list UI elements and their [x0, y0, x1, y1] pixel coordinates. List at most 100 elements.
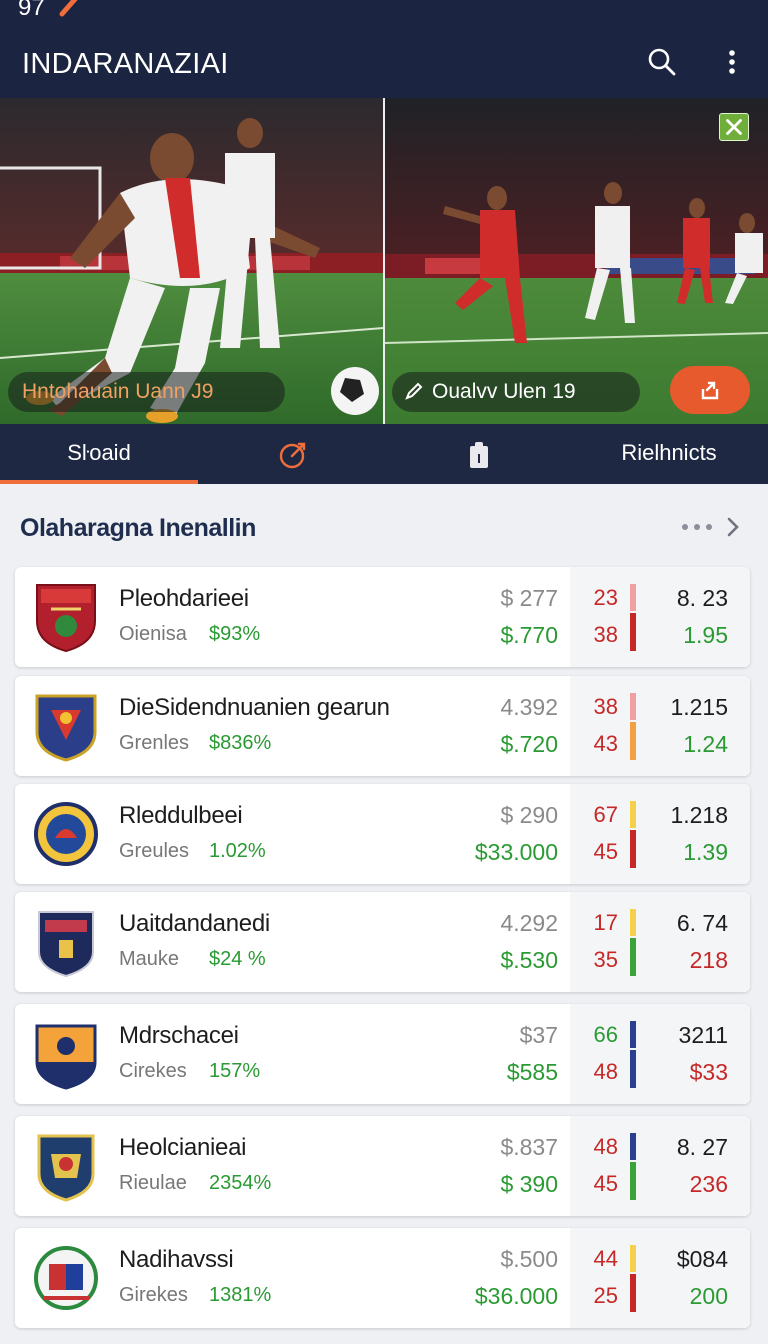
tab-bar: Sŀoaid Rielhnicts [0, 424, 768, 484]
team-crest-icon [33, 1018, 99, 1090]
team-change: 2354% [209, 1172, 272, 1194]
stat-top: 17 [593, 910, 618, 935]
stat-bottom: 45 [593, 1171, 618, 1196]
team-crest-icon [33, 1130, 99, 1202]
team-card[interactable]: Nadihavssi Girekes 1381% $.500 $36.000 44 25 $0… [15, 1228, 750, 1328]
stat-top: 48 [593, 1134, 618, 1159]
team-price: $.500 [500, 1246, 558, 1272]
team-card[interactable]: Pleohdarieei Oienisa $93% $ 277 $.770 23 38 8. … [15, 567, 750, 667]
team-value: $.530 [500, 947, 558, 973]
stat-top: 23 [593, 585, 618, 610]
stat-bar-top [630, 693, 636, 720]
team-change: 157% [209, 1060, 261, 1082]
team-change: 1.02% [209, 840, 266, 862]
search-icon[interactable] [646, 46, 678, 78]
rating-bottom: 1.24 [683, 731, 728, 757]
hero-caption-left: Hntohauain Uann J9 [8, 372, 285, 412]
stats-panel [570, 1228, 750, 1328]
team-card[interactable]: Uaitdandanedi Mauke $24 % 4.292 $.530 17 35 6. … [15, 892, 750, 992]
team-name: Nadihavssi [119, 1246, 234, 1273]
stat-bottom: 45 [593, 839, 618, 864]
stat-top: 67 [593, 802, 618, 827]
hero-banner: Hntohauain Uann J9 Oualvv Ulen 19 [0, 98, 768, 424]
app-title: INDARANAZIAI [22, 48, 229, 80]
team-value: $33.000 [474, 839, 558, 865]
team-name: Rleddulbeei [119, 802, 243, 829]
team-name: Heolcianieai [119, 1134, 247, 1161]
target-icon [279, 442, 306, 469]
team-value: $ 390 [500, 1171, 558, 1197]
stat-bar-bottom [630, 830, 636, 868]
stat-top: 66 [593, 1022, 618, 1047]
team-subtitle: Cirekes [119, 1060, 187, 1082]
team-value: $.770 [500, 622, 558, 648]
tab-target[interactable] [198, 424, 388, 484]
team-subtitle: Mauke [119, 948, 180, 970]
team-name: Pleohdarieei [119, 585, 249, 612]
stat-bottom: 35 [593, 947, 618, 972]
stat-top: 44 [593, 1246, 618, 1271]
team-change: $93% [209, 623, 261, 645]
team-subtitle: Grenles [119, 732, 190, 754]
team-subtitle: Oienisa [119, 623, 187, 645]
tab-clipboard[interactable] [388, 424, 570, 484]
team-change: $836% [209, 732, 272, 754]
rating-bottom: $33 [689, 1059, 728, 1085]
stat-bar-top [630, 584, 636, 611]
more-vertical-icon[interactable] [716, 46, 748, 78]
clipboard-icon [470, 442, 488, 468]
team-crest-icon [33, 798, 99, 870]
tab-results-label: Rielhnicts [621, 440, 717, 465]
hero-caption-right: Oualvv Ulen 19 [392, 372, 640, 412]
tab-squad[interactable]: Sŀoaid [0, 424, 198, 484]
signal-icon [59, 0, 78, 17]
rating-bottom: 200 [689, 1283, 728, 1309]
share-button[interactable] [670, 366, 750, 414]
tab-results[interactable]: Rielhnicts [570, 424, 768, 484]
team-price: $ 290 [500, 802, 558, 828]
stats-panel [570, 892, 750, 992]
team-subtitle: Greules [119, 840, 190, 862]
team-change: 1381% [209, 1284, 272, 1306]
team-name: DieSidendnuanien gearun [119, 694, 390, 721]
stats-panel [570, 1116, 750, 1216]
stat-bottom: 25 [593, 1283, 618, 1308]
team-card[interactable]: DieSidendnuanien gearun Grenles $836% 4.392… [15, 676, 750, 776]
pen-icon [405, 382, 423, 400]
team-subtitle: Rieulae [119, 1172, 187, 1194]
team-crest-icon [33, 906, 99, 978]
stat-bar-top [630, 1245, 636, 1272]
close-icon[interactable] [719, 113, 749, 141]
rating-bottom: 236 [689, 1171, 728, 1197]
team-change: $24 % [209, 948, 266, 970]
stat-bar-top [630, 1133, 636, 1160]
team-card[interactable]: Heolcianieai Rieulae 2354% $.837 $ 390 48 45 8.… [15, 1116, 750, 1216]
status-time: 97 [18, 0, 45, 21]
team-value: $36.000 [474, 1283, 558, 1309]
stat-bottom: 48 [593, 1059, 618, 1084]
dots-horizontal-icon[interactable] [680, 522, 714, 532]
stat-bar-top [630, 909, 636, 936]
app-bar: INDARANAZIAI [0, 26, 768, 98]
stats-panel [570, 1004, 750, 1104]
stat-bar-bottom [630, 613, 636, 651]
chevron-right-icon[interactable] [724, 516, 742, 538]
team-name: Mdrschacei [119, 1022, 239, 1049]
rating-top: 1.218 [670, 802, 728, 828]
team-crest-icon [33, 690, 99, 762]
team-card[interactable]: Rleddulbeei Greules 1.02% $ 290 $33.000 67 45 1… [15, 784, 750, 884]
stat-top: 38 [593, 694, 618, 719]
share-icon [701, 381, 719, 400]
rating-bottom: 1.39 [683, 839, 728, 865]
rating-bottom: 218 [689, 947, 728, 973]
rating-top: 8. 23 [676, 585, 728, 611]
stat-bottom: 43 [593, 731, 618, 756]
stat-bar-top [630, 1021, 636, 1048]
stats-panel [570, 676, 750, 776]
team-crest-icon [33, 581, 99, 653]
rating-top: $084 [676, 1246, 728, 1272]
team-card[interactable]: Mdrschacei Cirekes 157% $37 $585 66 48 3211 $33 [15, 1004, 750, 1104]
rating-top: 6. 74 [676, 910, 728, 936]
team-price: $.837 [500, 1134, 558, 1160]
stat-bar-top [630, 801, 636, 828]
